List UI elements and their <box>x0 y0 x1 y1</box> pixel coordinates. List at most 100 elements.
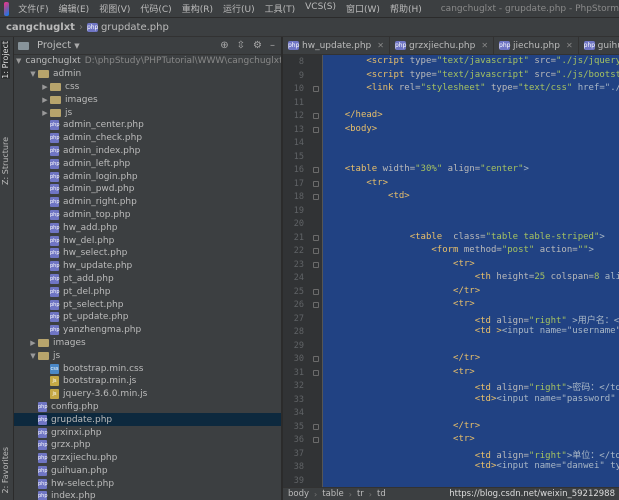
tree-row[interactable]: ▶ images <box>14 337 281 350</box>
tab-favorites-tool[interactable]: 2: Favorites <box>1 447 10 493</box>
tree-row[interactable]: ▶ css <box>14 81 281 94</box>
folder-icon <box>38 351 49 360</box>
tree-row[interactable]: php guihuan.php <box>14 465 281 478</box>
tag-crumb[interactable]: td <box>372 489 391 499</box>
menu-item[interactable]: 运行(U) <box>218 2 260 15</box>
tree-row[interactable]: php admin_left.php <box>14 157 281 170</box>
fold-marker-icon[interactable] <box>313 86 319 92</box>
tree-row[interactable]: php admin_top.php <box>14 209 281 222</box>
menu-item[interactable]: 重构(R) <box>177 2 218 15</box>
tag-crumb[interactable]: table <box>317 489 349 499</box>
menu-item[interactable]: 视图(V) <box>94 2 135 15</box>
tree-row[interactable]: ▼ cangchuglxt D:\phpStudy\PHPTutorial\WWW\… <box>14 55 281 68</box>
expanded-arrow-icon[interactable]: ▼ <box>16 57 21 65</box>
minimize-icon[interactable]: – <box>270 40 275 51</box>
fold-marker-icon[interactable] <box>313 261 319 268</box>
tree-row[interactable]: ▼ admin <box>14 68 281 81</box>
tree-row[interactable]: php pt_del.php <box>14 285 281 298</box>
menu-item[interactable]: 文件(F) <box>13 2 53 15</box>
close-icon[interactable]: ✕ <box>377 41 384 50</box>
tree-row[interactable]: ▶ js <box>14 106 281 119</box>
tree-row[interactable]: js jquery-3.6.0.min.js <box>14 388 281 401</box>
fold-marker-icon[interactable] <box>313 248 319 254</box>
menu-item[interactable]: VCS(S) <box>300 2 341 15</box>
tree-row[interactable]: php hw-select.php <box>14 477 281 490</box>
tree-row[interactable]: php yanzhengma.php <box>14 324 281 337</box>
editor-tab[interactable]: php hw_update.php ✕ <box>283 37 390 54</box>
editor-tab[interactable]: php jiechu.php ✕ <box>494 37 579 54</box>
tree-row[interactable]: php grzxjiechu.php <box>14 452 281 465</box>
tag-crumb[interactable]: tr <box>352 489 369 499</box>
tree-row[interactable]: php hw_del.php <box>14 234 281 247</box>
fold-marker-icon[interactable] <box>313 423 319 430</box>
tree-row[interactable]: js bootstrap.min.js <box>14 375 281 388</box>
collapsed-arrow-icon[interactable]: ▶ <box>40 109 50 117</box>
code-line: <td align="right">单位：</td> <box>323 448 619 461</box>
tab-project-tool[interactable]: 1: Project <box>1 41 10 79</box>
close-icon[interactable]: ✕ <box>481 41 488 50</box>
fold-marker-icon[interactable] <box>313 113 319 119</box>
tree-item-label: pt_select.php <box>63 299 124 310</box>
tab-structure-tool[interactable]: Z: Structure <box>1 137 10 185</box>
tree-row[interactable]: php admin_right.php <box>14 196 281 209</box>
menu-item[interactable]: 代码(C) <box>135 2 176 15</box>
menu-item[interactable]: 帮助(H) <box>385 2 427 15</box>
fold-marker-icon[interactable] <box>313 194 319 200</box>
collapsed-arrow-icon[interactable]: ▶ <box>40 83 50 91</box>
tree-row[interactable]: php admin_index.php <box>14 145 281 158</box>
nav-project[interactable]: cangchuglxt <box>0 22 79 33</box>
locate-icon[interactable]: ⊕ <box>220 40 228 51</box>
tree-row[interactable]: php pt_update.php <box>14 311 281 324</box>
tree-row[interactable]: css bootstrap.min.css <box>14 362 281 375</box>
tree-row[interactable]: php admin_center.php <box>14 119 281 132</box>
fold-marker-icon[interactable] <box>313 369 319 376</box>
tree-row[interactable]: ▼ js <box>14 349 281 362</box>
tree-row[interactable]: php pt_select.php <box>14 298 281 311</box>
fold-marker-icon[interactable] <box>313 302 319 308</box>
collapse-all-icon[interactable]: ⇳ <box>237 40 245 51</box>
expanded-arrow-icon[interactable]: ▼ <box>28 352 38 360</box>
nav-file[interactable]: php grupdate.php <box>83 22 169 33</box>
tree-row[interactable]: php admin_check.php <box>14 132 281 145</box>
tree-row[interactable]: php grzx.php <box>14 439 281 452</box>
fold-marker-icon[interactable] <box>313 234 319 241</box>
fold-marker-icon[interactable] <box>313 126 319 133</box>
menu-item[interactable]: 编辑(E) <box>53 2 94 15</box>
close-icon[interactable]: ✕ <box>566 41 573 50</box>
fold-marker-icon[interactable] <box>313 356 319 362</box>
tree-row[interactable]: php hw_update.php <box>14 260 281 273</box>
tree-row[interactable]: php hw_select.php <box>14 247 281 260</box>
tree-row[interactable]: php pt_add.php <box>14 273 281 286</box>
tree-row[interactable]: php hw_add.php <box>14 221 281 234</box>
tree-row[interactable]: php grupdate.php <box>14 413 281 427</box>
tag-crumb[interactable]: body <box>283 489 314 499</box>
fold-marker-icon[interactable] <box>313 180 319 187</box>
fold-marker-icon[interactable] <box>313 437 319 443</box>
gear-icon[interactable]: ⚙ <box>253 40 262 51</box>
expanded-arrow-icon[interactable]: ▼ <box>28 70 38 78</box>
project-panel-title[interactable]: Project <box>37 40 71 51</box>
code-editor[interactable]: 8 9 10 11 12 13 14 15 16 17 18 19 20 21 22 23 24 25 26 27 28… <box>283 55 619 487</box>
tree-item-label: grupdate.php <box>51 414 113 425</box>
tree-row[interactable]: php index.php <box>14 490 281 500</box>
code-area[interactable]: <script type="text/javascript" src="./js… <box>323 55 619 487</box>
chevron-down-icon[interactable]: ▼ <box>74 42 79 50</box>
editor-tab[interactable]: phpguihuan.php✕ <box>579 37 619 54</box>
collapsed-arrow-icon[interactable]: ▶ <box>28 339 38 347</box>
menu-item[interactable]: 工具(T) <box>260 2 301 15</box>
php-file-icon: php <box>50 273 60 284</box>
fold-marker-icon[interactable] <box>313 288 319 295</box>
collapsed-arrow-icon[interactable]: ▶ <box>40 96 50 104</box>
tree-row[interactable]: ▶ images <box>14 93 281 106</box>
fold-marker-icon[interactable] <box>313 167 319 173</box>
tree-row[interactable]: php grxinxi.php <box>14 426 281 439</box>
tree-row[interactable]: php admin_login.php <box>14 170 281 183</box>
code-string: "text/css" <box>518 83 573 93</box>
tree-row[interactable]: php admin_pwd.php <box>14 183 281 196</box>
tree-row[interactable]: php config.php <box>14 401 281 414</box>
menu-item[interactable]: 窗口(W) <box>341 2 385 15</box>
editor-tab[interactable]: php grzxjiechu.php ✕ <box>390 37 495 54</box>
code-tag: <td> <box>388 191 410 201</box>
code-attribute: align= <box>496 315 529 326</box>
